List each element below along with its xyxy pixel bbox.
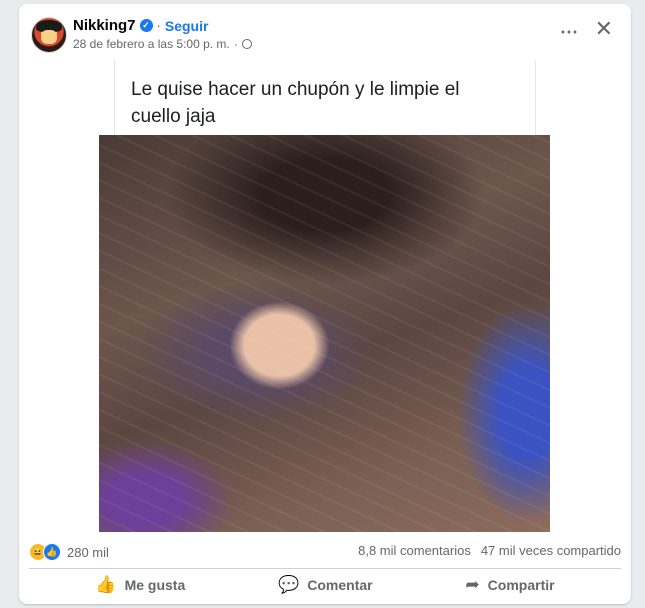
shares-count[interactable]: 47 mil veces compartido	[481, 543, 621, 558]
share-button[interactable]: ➦ Compartir	[465, 575, 554, 595]
like-label: Me gusta	[124, 577, 186, 593]
comment-bubble-icon: 💬	[278, 575, 300, 594]
post-meta: 28 de febrero a las 5:00 p. m. ·	[73, 37, 252, 51]
thumbs-up-icon: 👍	[95, 575, 117, 594]
share-arrow-icon: ➦	[465, 575, 480, 594]
reactions-summary[interactable]: 😆 👍 280 mil	[29, 543, 109, 561]
comments-count[interactable]: 8,8 mil comentarios	[358, 543, 471, 558]
comment-button[interactable]: 💬 Comentar	[278, 575, 373, 595]
meta-separator: ·	[233, 37, 238, 51]
author-avatar[interactable]	[31, 17, 67, 53]
globe-icon	[241, 39, 252, 49]
like-button[interactable]: 👍 Me gusta	[95, 575, 185, 595]
post-timestamp[interactable]: 28 de febrero a las 5:00 p. m.	[73, 37, 230, 51]
close-icon[interactable]: ✕	[595, 18, 613, 40]
avatar-face	[41, 30, 57, 44]
post-caption: Le quise hacer un chupón y le limpie el …	[131, 79, 460, 127]
action-bar: 👍 Me gusta 💬 Comentar ➦ Compartir	[19, 569, 631, 601]
verified-badge-icon: ✓	[139, 19, 153, 32]
post-stats: 😆 👍 280 mil 8,8 mil comentarios 47 mil v…	[29, 534, 621, 569]
like-reaction-icon: 👍	[43, 543, 61, 561]
reaction-count: 280 mil	[67, 544, 109, 560]
engagement-counts: 8,8 mil comentarios 47 mil veces compart…	[358, 543, 621, 558]
follow-button[interactable]: Seguir	[165, 18, 209, 34]
name-separator: ·	[156, 18, 161, 33]
share-label: Compartir	[487, 577, 555, 593]
post-header: Nikking7 ✓ · Seguir 28 de febrero a las …	[19, 4, 631, 64]
more-options-icon[interactable]: ⋯	[560, 22, 579, 43]
caption-box: Le quise hacer un chupón y le limpie el …	[114, 60, 536, 138]
post-photo[interactable]	[99, 135, 550, 532]
author-row: Nikking7 ✓ · Seguir	[73, 17, 208, 34]
author-name[interactable]: Nikking7	[73, 17, 136, 34]
comment-label: Comentar	[307, 577, 373, 593]
post-card: Nikking7 ✓ · Seguir 28 de febrero a las …	[19, 4, 631, 604]
